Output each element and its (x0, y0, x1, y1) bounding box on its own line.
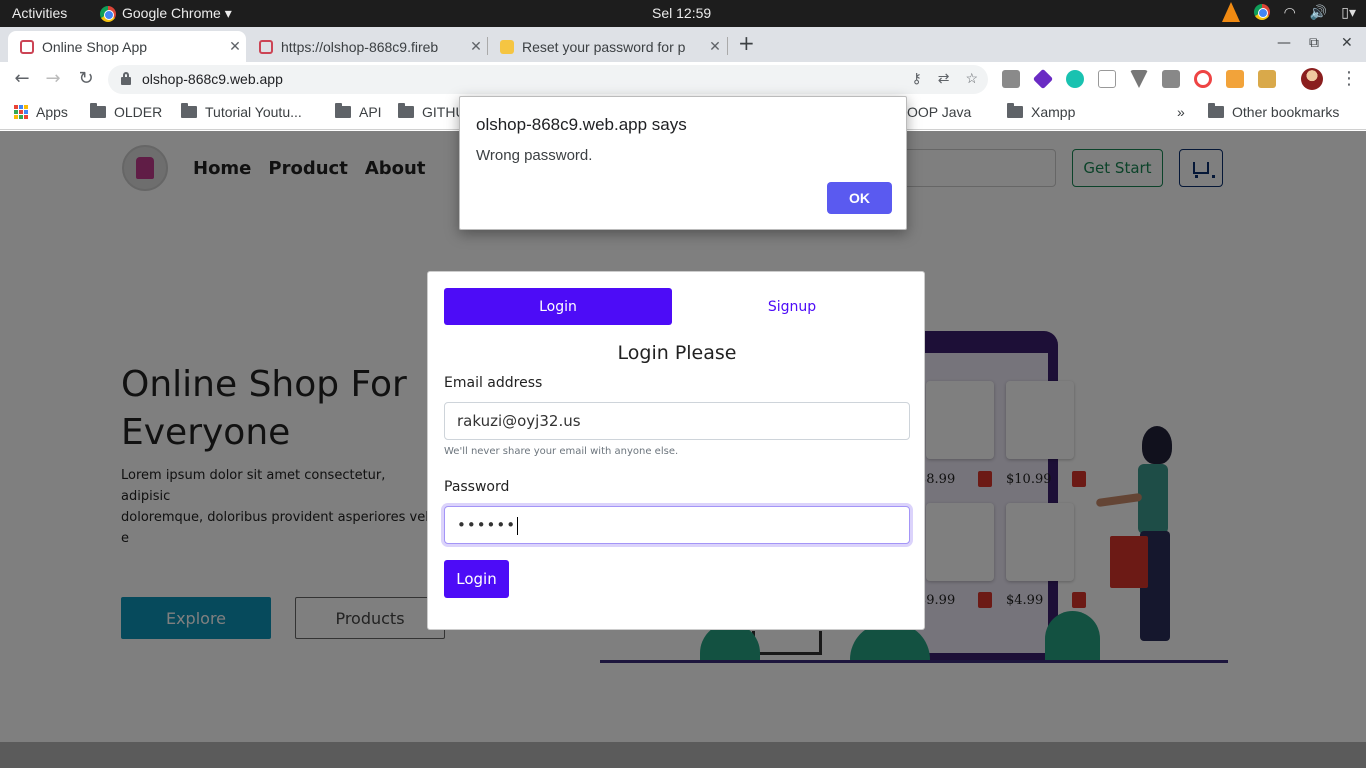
chrome-icon (100, 5, 116, 22)
extension-icon[interactable] (1066, 70, 1084, 88)
bookmark-api[interactable]: API (335, 103, 382, 120)
key-icon[interactable]: ⚷ (911, 70, 921, 87)
system-tray[interactable]: ◠ 🔊 ▯▾ (1221, 2, 1356, 22)
login-modal: Login Signup Login Please Email address … (427, 271, 925, 630)
overflow-chevron-icon: » (1177, 104, 1185, 120)
tab-online-shop[interactable]: Online Shop App ✕ (8, 31, 246, 62)
chrome-tray-icon[interactable] (1253, 4, 1270, 20)
camera-icon[interactable] (1162, 70, 1180, 88)
bookmark-label: Xampp (1031, 104, 1076, 120)
bookmark-label: Tutorial Youtu... (205, 104, 302, 120)
new-tab-icon[interactable]: + (738, 31, 755, 55)
activities-button[interactable]: Activities (12, 5, 67, 21)
alert-title: olshop-868c9.web.app says (476, 115, 687, 134)
reload-icon[interactable]: ↻ (74, 68, 98, 89)
close-tab-icon[interactable]: ✕ (224, 38, 246, 55)
tab-login[interactable]: Login (444, 288, 672, 325)
maximize-icon[interactable]: ⧉ (1309, 35, 1319, 51)
tab-strip: Online Shop App ✕ https://olshop-868c9.f… (0, 27, 1366, 62)
email-label: Email address (444, 375, 543, 391)
email-field[interactable]: rakuzi@oyj32.us (444, 402, 910, 440)
tab-signup[interactable]: Signup (678, 288, 906, 325)
tab-separator (727, 37, 728, 55)
bookmark-label: Apps (36, 104, 68, 120)
star-icon[interactable]: ☆ (965, 70, 978, 87)
extension-icon[interactable] (1258, 70, 1276, 88)
extension-icon[interactable] (1226, 70, 1244, 88)
folder-icon (335, 103, 351, 118)
browser-toolbar: ← → ↻ olshop-868c9.web.app ⚷ ⇄ ☆ ⋮ (0, 62, 1366, 96)
vlc-icon[interactable] (1221, 2, 1240, 22)
bookmark-label: OOP Java (907, 104, 972, 120)
translate-icon[interactable]: ⇄ (938, 70, 950, 87)
url-text[interactable]: olshop-868c9.web.app (142, 71, 283, 87)
folder-icon (398, 103, 414, 118)
extension-icon[interactable] (1032, 68, 1054, 90)
bookmark-label: API (359, 104, 382, 120)
login-submit-button[interactable]: Login (444, 560, 509, 598)
text-caret (517, 516, 519, 535)
bookmark-label: OLDER (114, 104, 163, 120)
close-tab-icon[interactable]: ✕ (465, 38, 487, 55)
apps-grid-icon (14, 105, 28, 119)
volume-icon[interactable]: 🔊 (1310, 4, 1327, 21)
json-extension-icon[interactable] (1098, 70, 1116, 88)
shop-favicon-icon (259, 39, 273, 54)
email-help-text: We'll never share your email with anyone… (444, 446, 679, 457)
bookmark-apps[interactable]: Apps (14, 104, 68, 120)
wifi-icon[interactable]: ◠ (1284, 4, 1296, 21)
more-icon[interactable]: ⋮ (1340, 68, 1358, 89)
alert-ok-button[interactable]: OK (827, 182, 892, 214)
folder-icon (181, 103, 197, 118)
close-tab-icon[interactable]: ✕ (704, 38, 726, 55)
tab-reset-password[interactable]: Reset your password for p ✕ (488, 31, 726, 62)
bookmarks-overflow[interactable]: » (1177, 104, 1185, 120)
alert-message: Wrong password. (476, 147, 593, 164)
bookmark-other[interactable]: Other bookmarks (1208, 103, 1340, 120)
bookmark-xampp[interactable]: Xampp (1007, 103, 1076, 120)
folder-icon (1208, 103, 1224, 118)
mail-favicon-icon (500, 39, 514, 54)
close-window-icon[interactable]: ✕ (1341, 35, 1353, 51)
profile-avatar[interactable] (1301, 68, 1323, 90)
bookmark-oop-java[interactable]: OOP Java (907, 104, 971, 120)
shop-favicon-icon (20, 39, 34, 54)
clock[interactable]: Sel 12:59 (652, 5, 711, 21)
back-icon[interactable]: ← (10, 68, 34, 89)
minimize-icon[interactable]: — (1277, 35, 1291, 51)
bookmark-older[interactable]: OLDER (90, 103, 163, 120)
modal-title: Login Please (617, 342, 737, 364)
bookmark-github[interactable]: GITHU (398, 103, 466, 120)
extension-icon[interactable] (1130, 70, 1148, 88)
tab-title: Online Shop App (42, 38, 148, 55)
password-value: •••••• (457, 516, 517, 534)
password-label: Password (444, 479, 510, 495)
lock-icon[interactable] (121, 72, 131, 85)
address-bar[interactable]: olshop-868c9.web.app ⚷ ⇄ ☆ (108, 65, 988, 94)
tab-title: https://olshop-868c9.fireb (281, 38, 439, 55)
folder-icon (90, 103, 106, 118)
extension-icon[interactable] (1194, 70, 1212, 88)
battery-icon[interactable]: ▯▾ (1341, 4, 1356, 21)
app-menu[interactable]: Google Chrome ▾ (100, 5, 232, 22)
alert-dialog: olshop-868c9.web.app says Wrong password… (459, 96, 907, 230)
extension-icon[interactable] (1002, 70, 1020, 88)
system-top-bar: Activities Google Chrome ▾ Sel 12:59 ◠ 🔊… (0, 0, 1366, 27)
password-field[interactable]: •••••• (444, 506, 910, 544)
folder-icon (1007, 103, 1023, 118)
bookmark-label: Other bookmarks (1232, 104, 1340, 120)
tab-title: Reset your password for p (522, 38, 686, 55)
tab-firebase[interactable]: https://olshop-868c9.fireb ✕ (247, 31, 487, 62)
app-menu-label: Google Chrome ▾ (122, 5, 232, 21)
bookmark-tutorial[interactable]: Tutorial Youtu... (181, 103, 302, 120)
forward-icon[interactable]: → (41, 68, 65, 89)
